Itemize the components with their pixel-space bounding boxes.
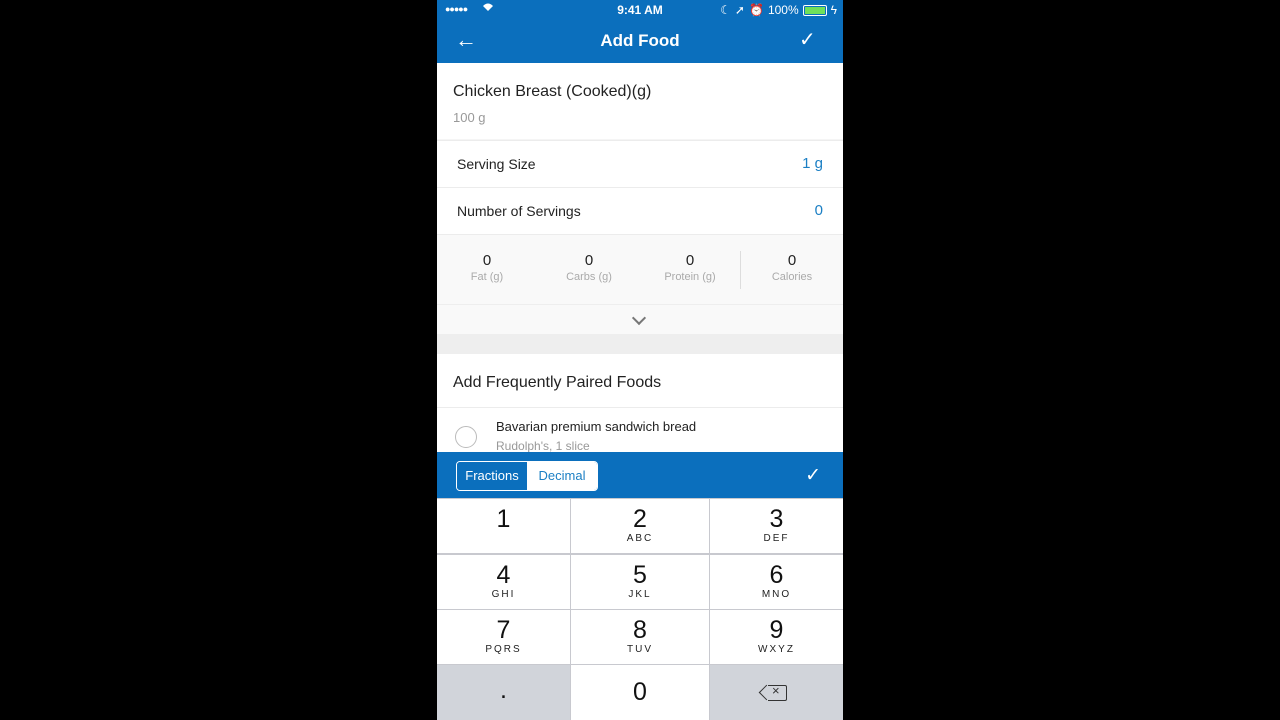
macro-label: Fat (g) bbox=[470, 271, 504, 283]
save-button[interactable]: ✓ bbox=[799, 27, 821, 53]
checkmark-icon: ✓ bbox=[805, 465, 821, 486]
macro-value: 0 bbox=[787, 252, 797, 269]
macro-fat: 0 Fat (g) bbox=[437, 252, 537, 283]
paired-food-radio[interactable] bbox=[455, 426, 477, 448]
macro-divider bbox=[740, 251, 741, 289]
paired-foods-section: Add Frequently Paired Foods Bavarian pre… bbox=[437, 354, 843, 453]
key-5[interactable]: 5 JKL bbox=[571, 555, 709, 609]
key-letters: WXYZ bbox=[758, 644, 795, 655]
key-number: 7 bbox=[496, 616, 511, 644]
location-icon: ➚ bbox=[734, 3, 745, 17]
serving-size-value[interactable]: 1 g bbox=[802, 155, 823, 172]
macro-protein: 0 Protein (g) bbox=[640, 252, 740, 283]
key-1[interactable]: 1 bbox=[437, 499, 570, 553]
key-0[interactable]: 0 bbox=[571, 665, 709, 720]
key-letters: GHI bbox=[491, 589, 516, 600]
status-right: ☾ ➚ ⏰ 100% ϟ bbox=[720, 3, 837, 17]
key-number: 9 bbox=[769, 616, 784, 644]
key-2[interactable]: 2 ABC bbox=[571, 499, 709, 553]
close-icon: × bbox=[772, 683, 780, 698]
macro-summary: 0 Fat (g) 0 Carbs (g) 0 Protein (g) 0 Ca… bbox=[437, 234, 843, 305]
app-header: ●●●●● 9:41 AM ☾ ➚ ⏰ 100% ϟ ← Add Food ✓ bbox=[437, 0, 843, 63]
food-serving-desc: 100 g bbox=[453, 110, 486, 125]
key-letters: JKL bbox=[628, 589, 652, 600]
key-letters: ABC bbox=[626, 533, 654, 544]
macro-label: Protein (g) bbox=[664, 271, 716, 283]
status-bar: ●●●●● 9:41 AM ☾ ➚ ⏰ 100% ϟ bbox=[437, 0, 843, 20]
serving-size-label: Serving Size bbox=[457, 156, 536, 172]
key-letters: MNO bbox=[761, 589, 792, 600]
moon-icon: ☾ bbox=[720, 3, 731, 17]
servings-label: Number of Servings bbox=[457, 203, 581, 219]
key-letters: TUV bbox=[627, 644, 653, 655]
key-8[interactable]: 8 TUV bbox=[571, 610, 709, 664]
paired-food-name[interactable]: Bavarian premium sandwich bread bbox=[496, 419, 696, 434]
numeric-keypad: 1 2 ABC 3 DEF 4 GHI 5 JKL 6 MNO 7 PQRS 8 bbox=[437, 498, 843, 720]
key-number: 6 bbox=[769, 561, 784, 589]
fractions-option[interactable]: Fractions bbox=[457, 462, 527, 490]
macro-value: 0 bbox=[685, 252, 695, 269]
key-7[interactable]: 7 PQRS bbox=[437, 610, 570, 664]
key-number: 8 bbox=[633, 616, 647, 644]
phone-screen: ●●●●● 9:41 AM ☾ ➚ ⏰ 100% ϟ ← Add Food ✓ … bbox=[437, 0, 843, 720]
key-decimal[interactable]: . bbox=[437, 665, 570, 720]
key-3[interactable]: 3 DEF bbox=[710, 499, 843, 553]
macro-value: 0 bbox=[482, 252, 492, 269]
key-number: 0 bbox=[633, 678, 647, 706]
macro-label: Calories bbox=[771, 271, 813, 283]
key-number: 4 bbox=[496, 561, 511, 589]
key-letters: PQRS bbox=[485, 644, 522, 655]
divider bbox=[437, 407, 843, 408]
food-header: Chicken Breast (Cooked)(g) 100 g bbox=[437, 63, 843, 139]
servings-value[interactable]: 0 bbox=[815, 202, 823, 219]
food-name: Chicken Breast (Cooked)(g) bbox=[453, 83, 652, 100]
key-number: 2 bbox=[633, 505, 647, 533]
key-number: 3 bbox=[769, 505, 784, 533]
expand-nutrition[interactable] bbox=[437, 304, 843, 335]
keyboard-accessory-bar: Fractions Decimal ✓ bbox=[437, 452, 843, 498]
macro-label: Carbs (g) bbox=[566, 271, 612, 283]
done-button[interactable]: ✓ bbox=[805, 464, 821, 487]
page-title: Add Food bbox=[600, 31, 680, 50]
key-delete[interactable]: × bbox=[710, 665, 843, 720]
backspace-icon: × bbox=[768, 683, 787, 701]
key-4[interactable]: 4 GHI bbox=[437, 555, 570, 609]
key-9[interactable]: 9 WXYZ bbox=[710, 610, 843, 664]
key-number: . bbox=[500, 676, 507, 704]
charging-icon: ϟ bbox=[830, 3, 837, 17]
chevron-down-icon[interactable] bbox=[631, 310, 647, 326]
macro-carbs: 0 Carbs (g) bbox=[539, 252, 639, 283]
macro-value: 0 bbox=[584, 252, 594, 269]
key-number: 5 bbox=[633, 561, 647, 589]
key-6[interactable]: 6 MNO bbox=[710, 555, 843, 609]
battery-percent: 100% bbox=[767, 3, 799, 17]
serving-size-row[interactable]: Serving Size 1 g bbox=[437, 140, 843, 187]
section-divider bbox=[437, 334, 843, 354]
key-number: 1 bbox=[496, 505, 511, 533]
servings-row[interactable]: Number of Servings 0 bbox=[437, 187, 843, 234]
macro-calories: 0 Calories bbox=[742, 252, 842, 283]
decimal-option[interactable]: Decimal bbox=[527, 462, 597, 490]
checkmark-icon: ✓ bbox=[799, 29, 816, 51]
alarm-icon: ⏰ bbox=[748, 3, 764, 17]
battery-icon bbox=[802, 4, 827, 16]
paired-foods-title: Add Frequently Paired Foods bbox=[453, 374, 662, 391]
key-letters: DEF bbox=[763, 533, 790, 544]
number-format-toggle[interactable]: Fractions Decimal bbox=[456, 461, 598, 491]
paired-food-detail: Rudolph's, 1 slice bbox=[496, 439, 590, 453]
